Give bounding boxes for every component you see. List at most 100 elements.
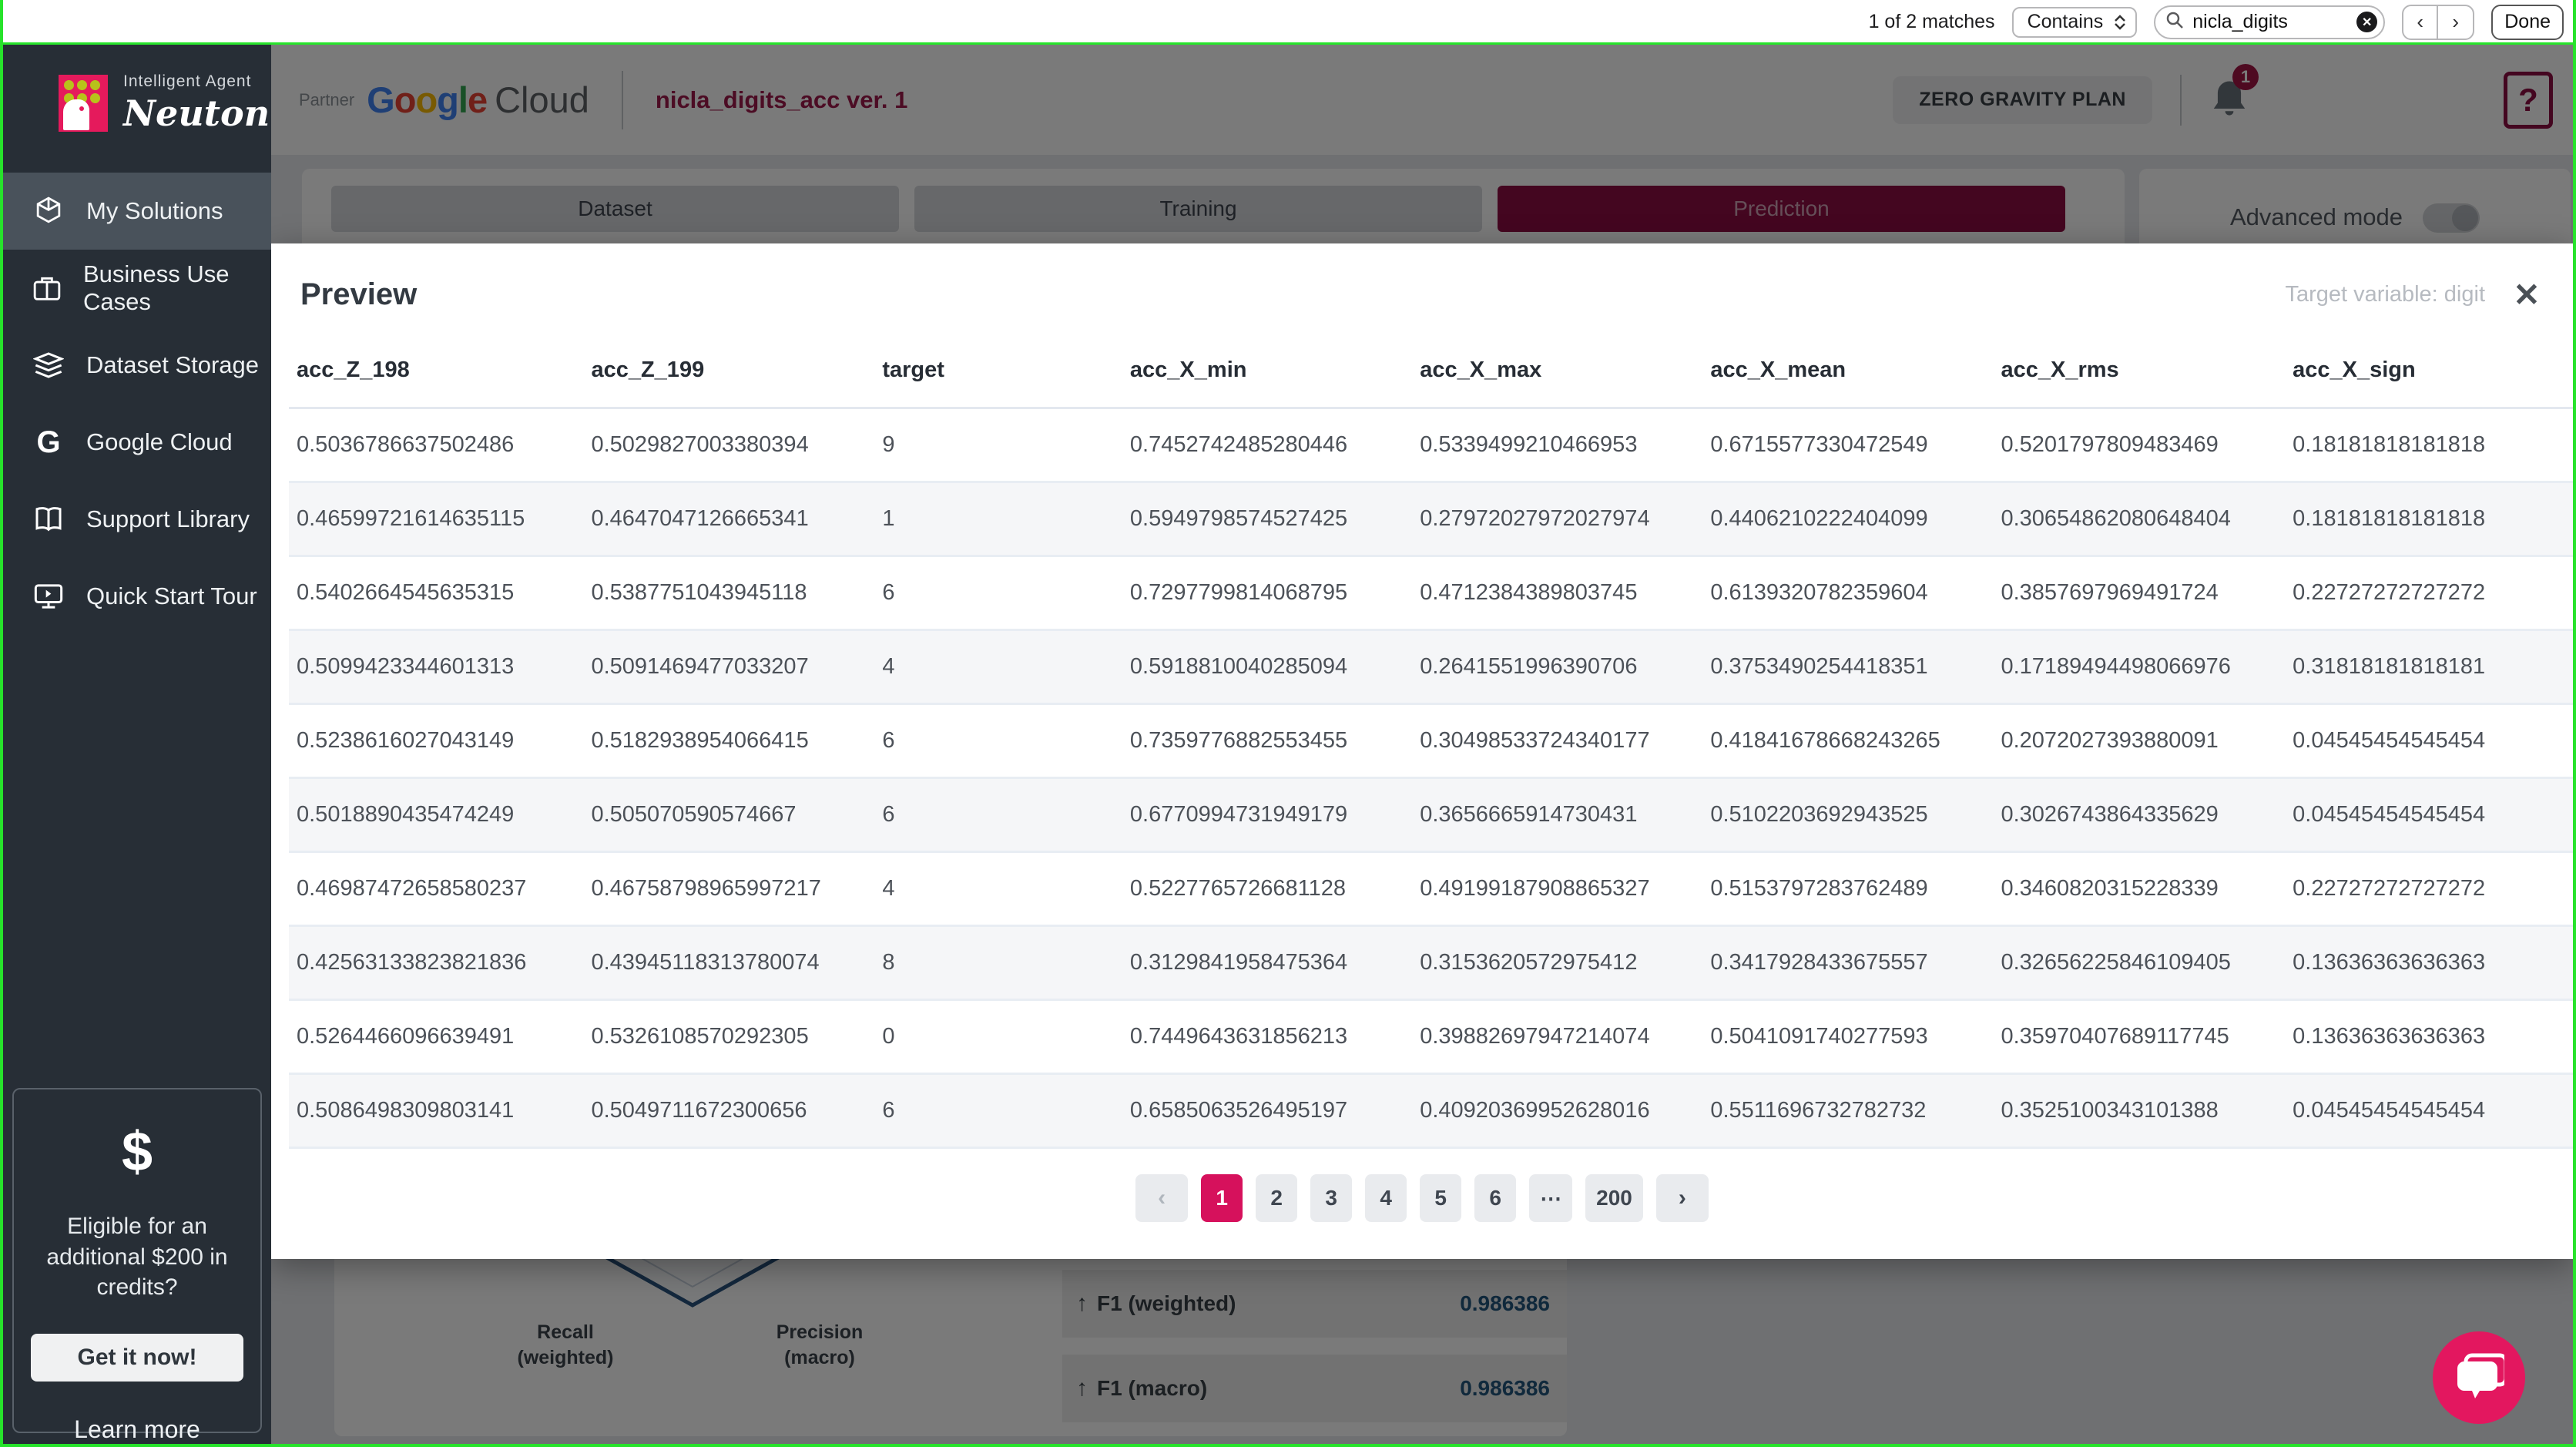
chat-launcher-button[interactable] [2433,1331,2525,1424]
table-cell: 0.42563133823821836 [289,925,584,1001]
table-cell: 0.5402664545635315 [289,556,584,631]
table-cell: 0.04545454545454 [2285,703,2573,779]
table-cell: 0.5511696732782732 [1702,1073,1994,1149]
book-icon [32,506,65,532]
table-row: 0.5086498309803141 0.5049711672300656 6 0.6… [289,1073,2573,1149]
table-cell: 0.3026743864335629 [1993,777,2286,853]
table-cell: 0.3753490254418351 [1702,629,1994,705]
sidebar-item-support-library[interactable]: Support Library [3,481,271,558]
table-cell: 0.6770994731949179 [1122,777,1413,853]
column-header: acc_X_rms [1993,334,2286,409]
find-match-count: 1 of 2 matches [1868,11,1995,32]
table-cell: 8 [874,925,1122,1001]
preview-modal: Preview Target variable: digit ✕ acc_Z_1… [271,243,2573,1259]
table-cell: 6 [874,703,1122,779]
sidebar-item-quick-start-tour[interactable]: Quick Start Tour [3,558,271,635]
table-cell: 0.4712384389803745 [1412,556,1703,631]
clear-search-icon[interactable]: ✕ [2356,12,2378,32]
table-row: 0.46987472658580237 0.46758798965997217 4 0… [289,851,2573,927]
table-cell: 0.46599721614635115 [289,482,584,557]
brand-name: Neuton [123,92,270,134]
table-cell: 0.5036786637502486 [289,408,584,483]
page-button-6[interactable]: 6 [1474,1174,1517,1222]
sidebar-item-business-use-cases[interactable]: Business Use Cases [3,250,271,327]
find-search-input[interactable]: nicla_digits ✕ [2154,5,2386,39]
neuton-logo-icon [59,75,108,132]
table-cell: 0.3417928433675557 [1702,925,1994,1001]
table-cell: 0.5201797809483469 [1993,408,2286,483]
capture-border-bottom [0,1444,2576,1447]
sidebar-item-dataset-storage[interactable]: Dataset Storage [3,327,271,404]
table-cell: 0.505070590574667 [583,777,875,853]
page-button-2[interactable]: 2 [1256,1174,1298,1222]
table-cell: 0.35970407689117745 [1993,999,2286,1075]
table-cell: 0.5018890435474249 [289,777,584,853]
table-cell: 0.5086498309803141 [289,1073,584,1149]
find-mode-select[interactable]: Contains [2011,6,2138,38]
table-cell: 0.7449643631856213 [1122,999,1413,1075]
sidebar-item-my-solutions[interactable]: My Solutions [3,173,271,250]
table-cell: 0.04545454545454 [2285,1073,2573,1149]
page-button-5[interactable]: 5 [1420,1174,1462,1222]
capture-border-left [0,0,3,1447]
find-next-button[interactable]: › [2438,6,2473,39]
sidebar-item-google-cloud[interactable]: G Google Cloud [3,404,271,481]
table-cell: 0.39882697947214074 [1412,999,1703,1075]
close-icon[interactable]: ✕ [2511,277,2542,313]
table-cell: 0.5227765726681128 [1122,851,1413,927]
table-cell: 0.5339499210466953 [1412,408,1703,483]
table-cell: 0.5153797283762489 [1702,851,1994,927]
main-area: Partner Google Cloud nicla_digits_acc ve… [271,45,2573,1444]
table-cell: 0.31818181818181 [2285,629,2573,705]
find-prev-button[interactable]: ‹ [2403,5,2439,39]
table-cell: 0.32656225846109405 [1993,925,2286,1001]
table-cell: 0.2072027393880091 [1993,703,2286,779]
table-cell: 6 [874,556,1122,631]
table-cell: 0.2641551996390706 [1412,629,1703,705]
pagination: ‹ 1 2 3 4 5 6 ⋯ 200 › [271,1174,2573,1222]
column-header: target [874,334,1122,409]
table-cell: 4 [874,629,1122,705]
modal-title: Preview [300,277,418,311]
table-cell: 0.4647047126665341 [583,482,875,557]
table-cell: 0.22727272727272 [2285,851,2573,927]
sidebar-item-label: My Solutions [86,197,223,224]
page-button-3[interactable]: 3 [1310,1174,1353,1222]
credits-text: Eligible for an additional $200 in credi… [46,1214,228,1301]
table-cell: 0.5949798574527425 [1122,482,1413,557]
table-cell: 0.5099423344601313 [289,629,584,705]
page-button-200[interactable]: 200 [1585,1174,1643,1222]
column-header: acc_Z_198 [289,334,584,409]
table-cell: 0.5182938954066415 [583,703,875,779]
table-cell: 0.6139320782359604 [1702,556,1994,631]
table-row: 0.5036786637502486 0.5029827003380394 9 0.7… [289,408,2573,483]
table-row: 0.5264466096639491 0.5326108570292305 0 0.7… [289,999,2573,1075]
table-cell: 0.3153620572975412 [1412,925,1703,1001]
table-cell: 0.7297799814068795 [1122,556,1413,631]
table-cell: 0.3857697969491724 [1993,556,2286,631]
table-cell: 0.18181818181818 [2285,482,2573,557]
table-cell: 0.46987472658580237 [289,851,584,927]
table-cell: 0.6585063526495197 [1122,1073,1413,1149]
page-next-button[interactable]: › [1655,1174,1709,1222]
tour-icon [32,582,65,610]
table-cell: 0.30654862080648404 [1993,482,2286,557]
table-row: 0.46599721614635115 0.4647047126665341 1 0.… [289,482,2573,557]
page-button-1[interactable]: 1 [1201,1174,1243,1222]
page-button-⋯[interactable]: ⋯ [1529,1174,1573,1222]
page-button-4[interactable]: 4 [1365,1174,1407,1222]
find-done-button[interactable]: Done [2491,4,2564,40]
search-icon [2165,10,2185,34]
table-cell: 0.5264466096639491 [289,999,584,1075]
target-variable-label: Target variable: digit [2285,282,2485,307]
sidebar-nav: My Solutions Business Use Cases Dataset St… [3,173,271,635]
table-cell: 0.5238616027043149 [289,703,584,779]
table-row: 0.5402664545635315 0.5387751043945118 6 0.7… [289,556,2573,631]
table-cell: 9 [874,408,1122,483]
get-it-now-button[interactable]: Get it now! [31,1333,243,1382]
table-cell: 0.30498533724340177 [1412,703,1703,779]
table-row: 0.42563133823821836 0.43945118313780074 8 0… [289,925,2573,1001]
page-prev-button[interactable]: ‹ [1135,1174,1189,1222]
learn-more-link[interactable]: Learn more [14,1415,260,1444]
column-header: acc_X_sign [2285,334,2573,409]
